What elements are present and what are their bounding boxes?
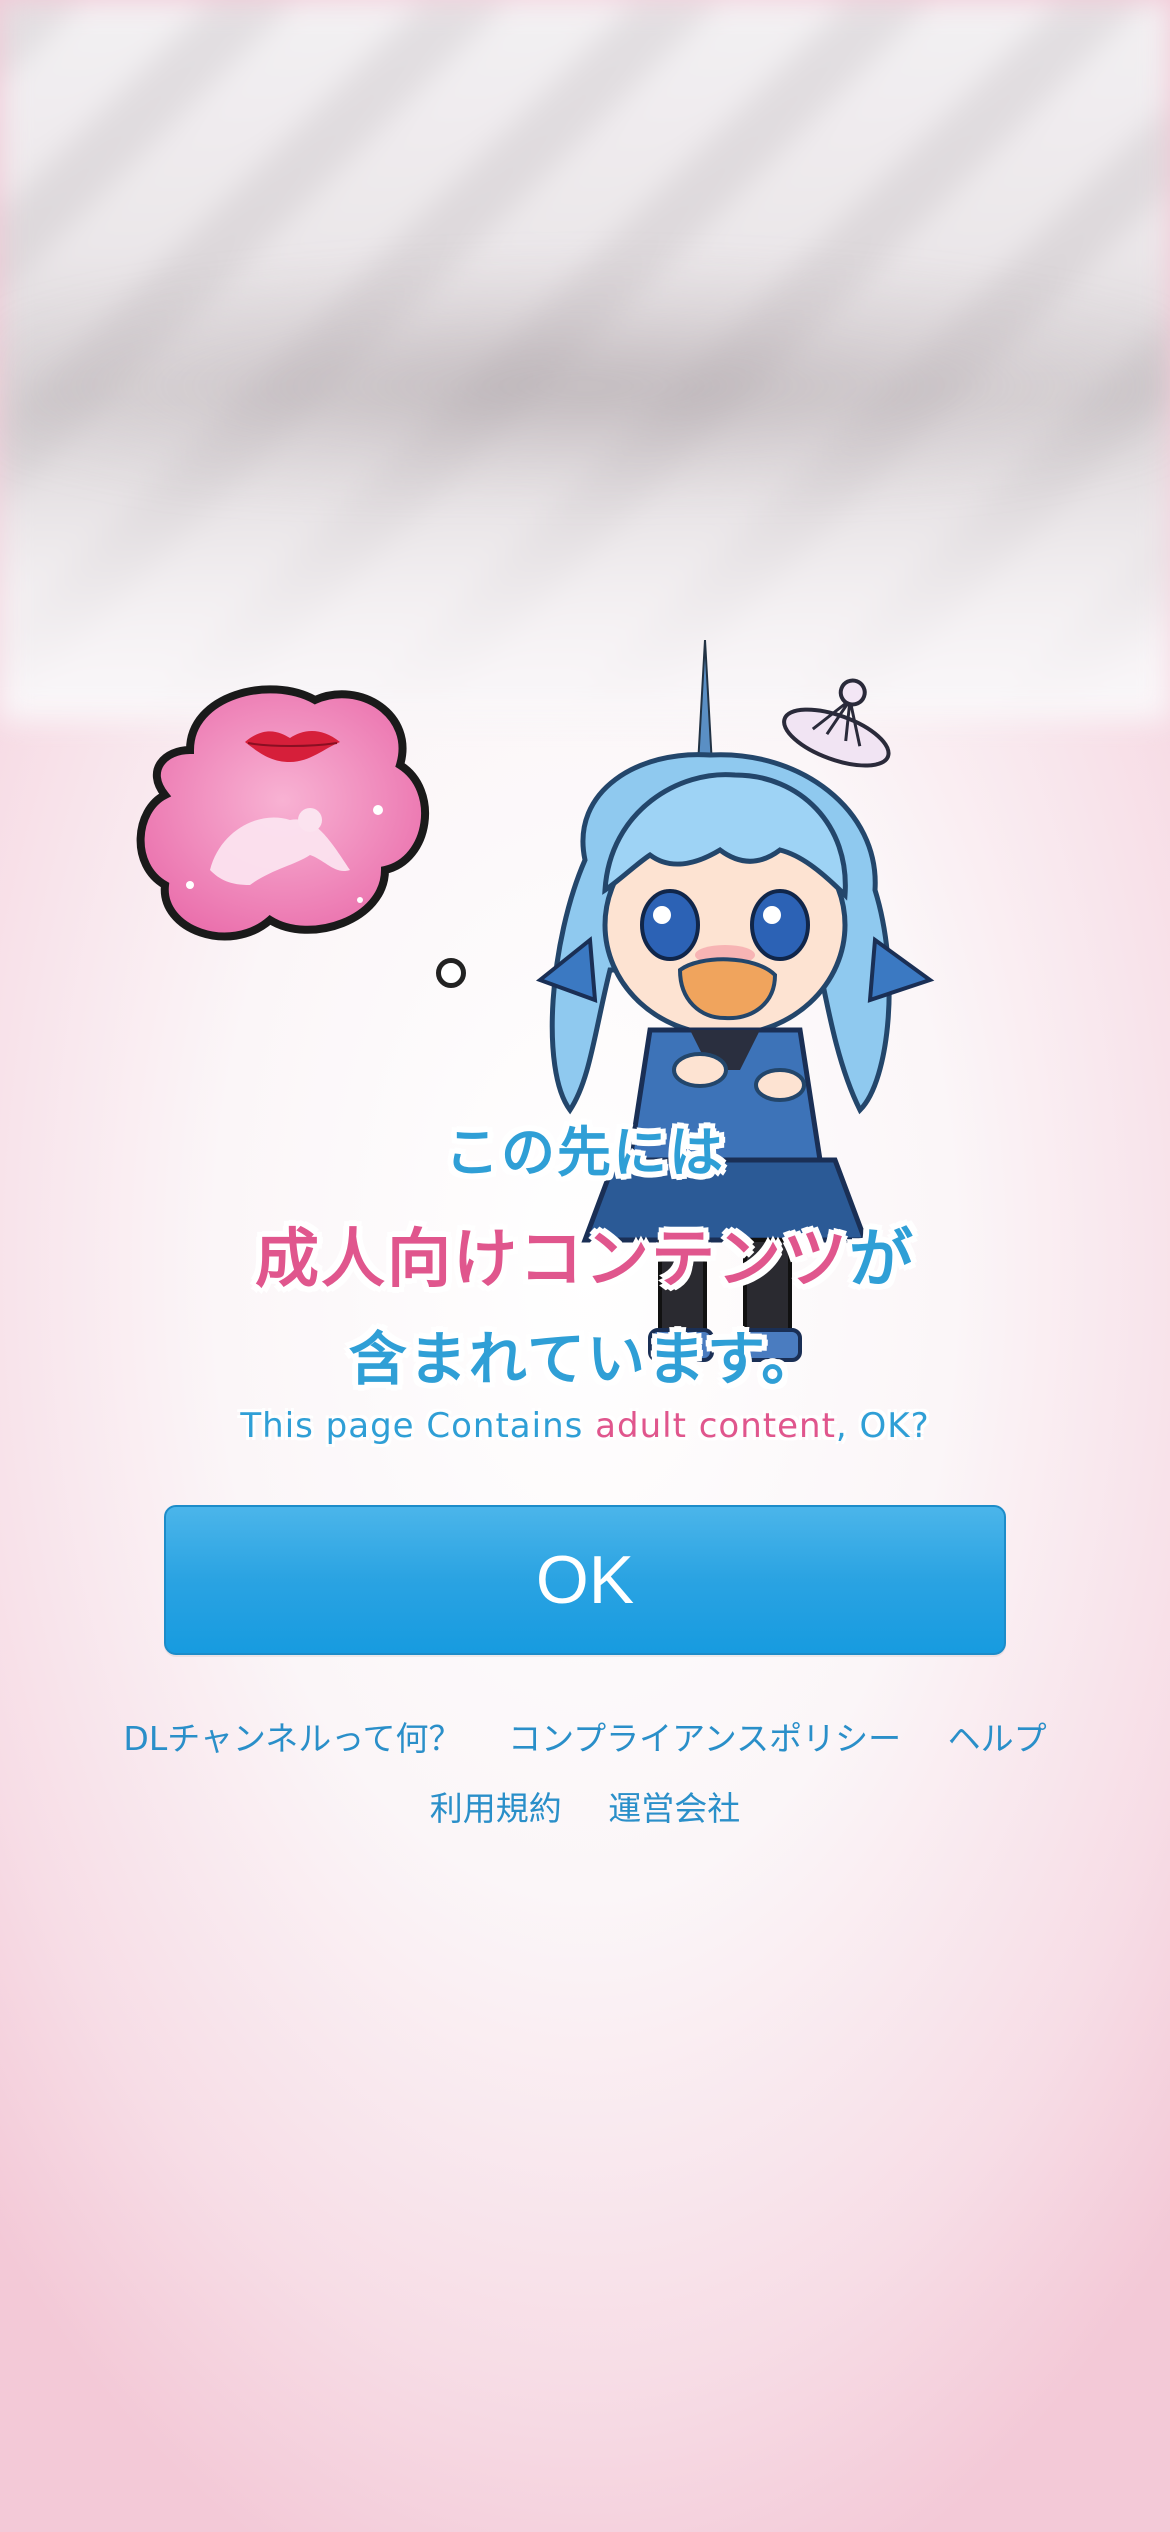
ok-button[interactable]: OK bbox=[164, 1505, 1006, 1655]
heading-highlight: 成人向けコンテンツ bbox=[255, 1223, 849, 1297]
link-help[interactable]: ヘルプ bbox=[948, 1719, 1047, 1758]
link-terms-of-use[interactable]: 利用規約 bbox=[430, 1789, 562, 1828]
footer-links-row-1: DLチャンネルって何？ コンプライアンスポリシー ヘルプ bbox=[0, 1712, 1170, 1760]
subtitle: This page Contains adult content, OK? bbox=[0, 1406, 1170, 1446]
heading-line-3: 含まれています。 bbox=[348, 1325, 822, 1393]
heading-line-2-rest: が bbox=[849, 1223, 915, 1297]
subtitle-highlight: adult content bbox=[595, 1406, 836, 1446]
link-operating-company[interactable]: 運営会社 bbox=[608, 1789, 740, 1828]
thought-dot bbox=[436, 958, 466, 988]
thought-bubble-icon bbox=[136, 685, 429, 941]
subtitle-part-2: , OK? bbox=[835, 1406, 930, 1446]
subtitle-part-1: This page Contains bbox=[240, 1406, 596, 1446]
heading-line-2: 成人向けコンテンツが bbox=[0, 1208, 1170, 1300]
background-shadow bbox=[0, 230, 1170, 490]
footer-links-row-2: 利用規約 運営会社 bbox=[0, 1782, 1170, 1830]
link-what-is-dl-channel[interactable]: DLチャンネルって何？ bbox=[123, 1719, 461, 1758]
link-compliance-policy[interactable]: コンプライアンスポリシー bbox=[508, 1719, 901, 1758]
heading-line-1: この先には bbox=[445, 1121, 725, 1184]
